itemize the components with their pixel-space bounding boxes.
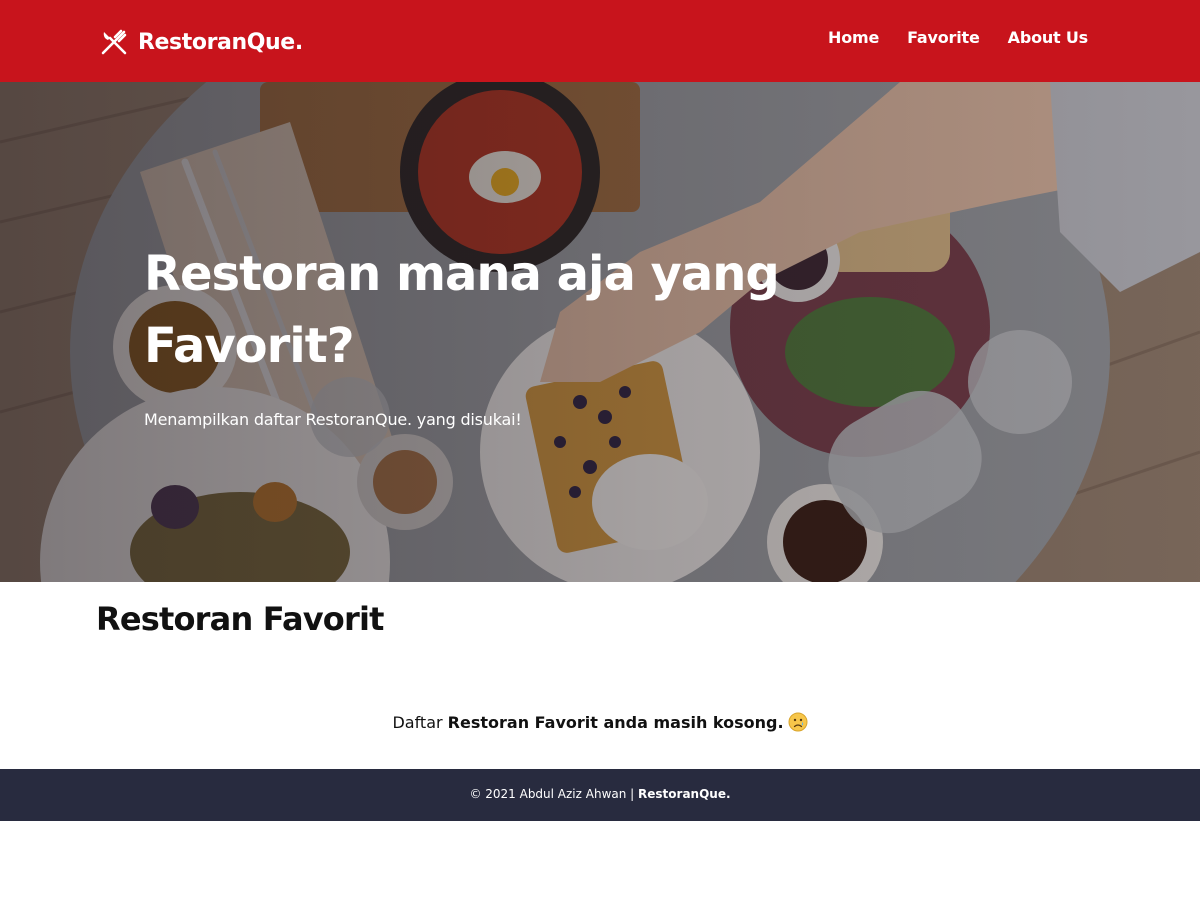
nav-item-about: About Us (1008, 28, 1089, 47)
nav-link-favorite[interactable]: Favorite (907, 28, 980, 47)
section-title: Restoran Favorit (96, 600, 384, 638)
nav-link-about-us[interactable]: About Us (1008, 28, 1089, 47)
favorites-section: Restoran Favorit Daftar Restoran Favorit… (0, 582, 1200, 769)
hero-content: Restoran mana aja yang Favorit? Menampil… (144, 238, 824, 429)
empty-state-message: Daftar Restoran Favorit anda masih koson… (0, 712, 1200, 732)
nav-link-home[interactable]: Home (828, 28, 879, 47)
empty-state-prefix: Daftar (392, 713, 448, 732)
hero-subtitle: Menampilkan daftar RestoranQue. yang dis… (144, 410, 522, 429)
hero-banner: Restoran mana aja yang Favorit? Menampil… (0, 82, 1200, 582)
footer-brand: RestoranQue. (638, 787, 731, 801)
brand-logo-link[interactable]: RestoranQue. (98, 24, 303, 60)
sad-face-icon (788, 712, 808, 732)
main-nav: Home Favorite About Us (828, 28, 1088, 47)
nav-item-home: Home (828, 28, 879, 47)
app-header: RestoranQue. Home Favorite About Us (0, 0, 1200, 82)
footer-copyright: © 2021 Abdul Aziz Ahwan | (469, 787, 639, 801)
fork-knife-icon (101, 29, 127, 55)
empty-state-emphasis: Restoran Favorit anda masih kosong. (447, 713, 784, 732)
site-footer: © 2021 Abdul Aziz Ahwan | RestoranQue. (0, 769, 1200, 821)
nav-item-favorite: Favorite (907, 28, 980, 47)
brand-name: RestoranQue. (138, 29, 303, 55)
hero-title: Restoran mana aja yang Favorit? (144, 246, 780, 374)
